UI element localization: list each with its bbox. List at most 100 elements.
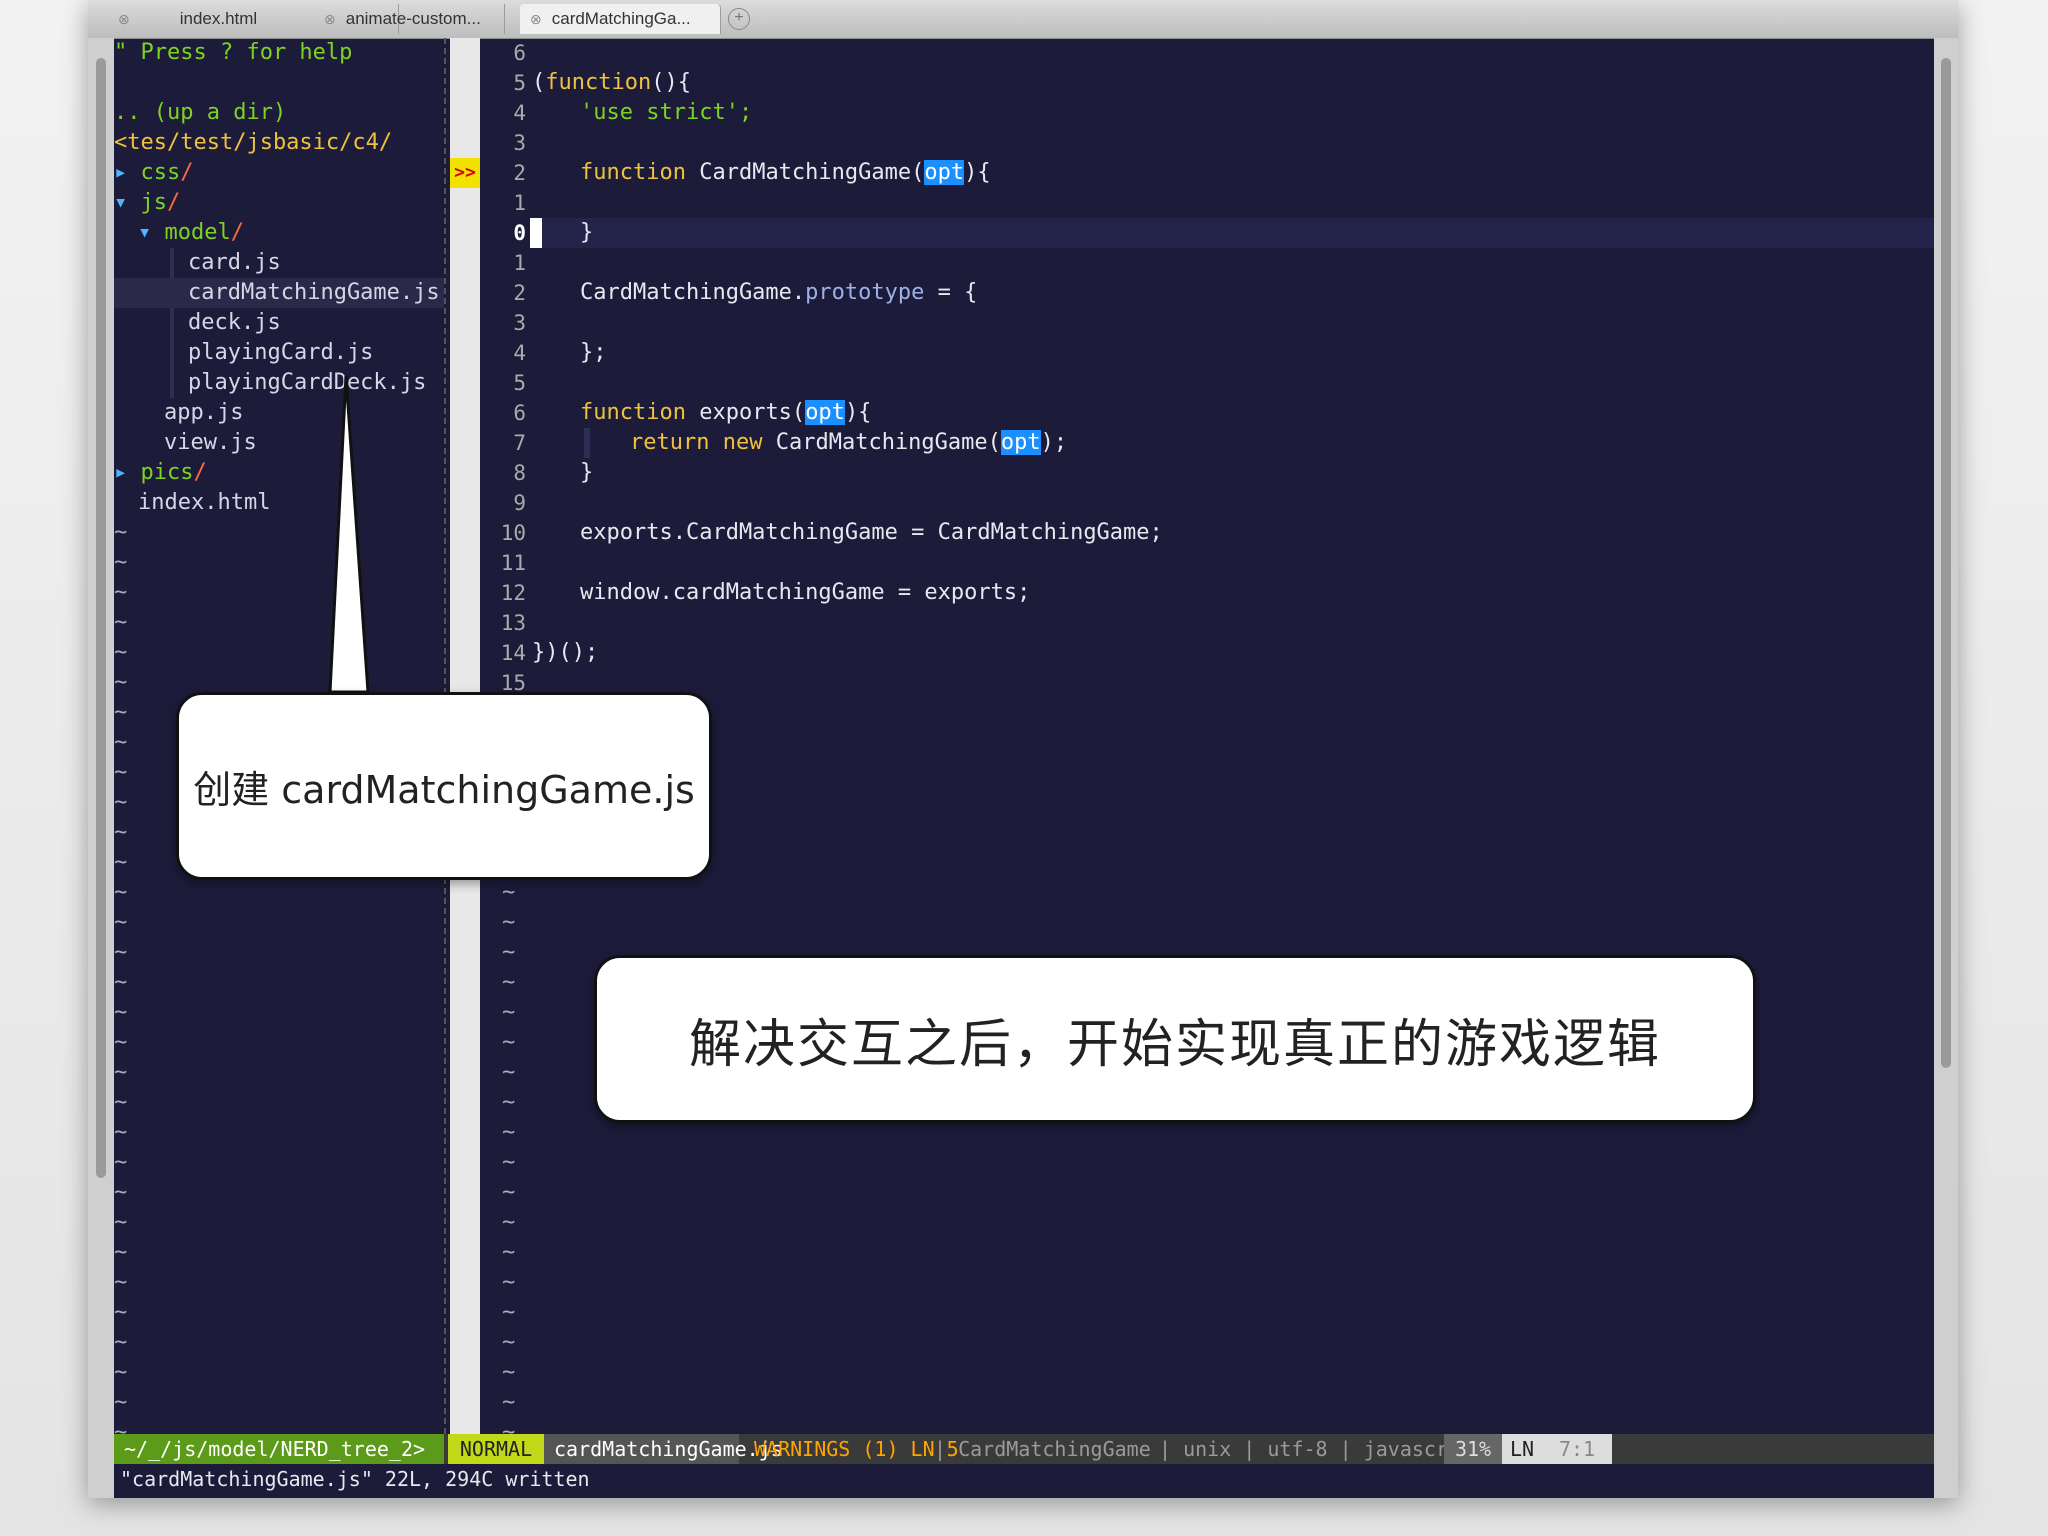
empty-line-tilde: ~	[114, 1060, 128, 1085]
empty-line-tilde: ~	[502, 940, 516, 965]
expanded-arrow-icon: ▾	[114, 190, 128, 215]
empty-line-tilde: ~	[114, 1090, 128, 1115]
code-line[interactable]: function CardMatchingGame(opt){	[580, 158, 991, 188]
empty-line-tilde: ~	[114, 1030, 128, 1055]
line-number: 3	[513, 311, 526, 335]
scrollbar-thumb[interactable]	[96, 58, 106, 1178]
nerdtree-status: ~/_/js/model/NERD_tree_2>	[114, 1434, 444, 1464]
tree-file-cardmatchinggame[interactable]: cardMatchingGame.js	[114, 278, 444, 308]
empty-line-tilde: ~	[114, 580, 128, 605]
file-label: cardMatchingGame.js	[188, 280, 440, 305]
code-line[interactable]: (function(){	[532, 68, 691, 98]
cursor-line	[530, 218, 1934, 248]
empty-line-tilde: ~	[114, 670, 128, 695]
code-line[interactable]: }	[580, 458, 593, 488]
tab-close-icon[interactable]: ⊗	[118, 11, 130, 28]
tab-bar: ⊗ index.html ⊗ animate-custom... ⊗ cardM…	[88, 0, 1958, 39]
empty-line-tilde: ~	[114, 640, 128, 665]
code-line[interactable]: };	[580, 338, 607, 368]
code-line[interactable]: exports.CardMatchingGame = CardMatchingG…	[580, 518, 1163, 548]
empty-line-tilde: ~	[114, 610, 128, 635]
dir-slash: /	[230, 220, 244, 245]
empty-line-tilde: ~	[502, 1180, 516, 1205]
code-line[interactable]: window.cardMatchingGame = exports;	[580, 578, 1030, 608]
text-cursor	[530, 218, 542, 248]
dir-label: model	[164, 220, 231, 245]
tree-dir-pics[interactable]: ▸ pics/	[114, 458, 207, 488]
empty-line-tilde: ~	[114, 820, 128, 845]
collapsed-arrow-icon: ▸	[114, 160, 128, 185]
tree-file-deck[interactable]: deck.js	[188, 308, 281, 338]
empty-line-tilde: ~	[502, 1150, 516, 1175]
dir-slash: /	[180, 160, 194, 185]
empty-line-tilde: ~	[502, 1300, 516, 1325]
tab-cardmatchinggame[interactable]: ⊗ cardMatchingGa...	[520, 4, 721, 34]
tree-file-view[interactable]: view.js	[164, 428, 257, 458]
tree-root-path: <tes/test/jsbasic/c4/	[114, 130, 393, 155]
empty-line-tilde: ~	[114, 1390, 128, 1415]
tree-file-card[interactable]: card.js	[188, 248, 281, 278]
dir-slash: /	[193, 460, 207, 485]
empty-line-tilde: ~	[114, 730, 128, 755]
tree-file-index[interactable]: index.html	[138, 488, 270, 518]
line-number: 14	[500, 641, 526, 665]
code-line[interactable]: return new CardMatchingGame(opt);	[630, 428, 1067, 458]
line-number: 7	[513, 431, 526, 455]
up-dir[interactable]: .. (up a dir)	[114, 98, 286, 128]
line-number: 9	[513, 491, 526, 515]
callout-text: 创建 cardMatchingGame.js	[193, 767, 695, 812]
empty-line-tilde: ~	[114, 940, 128, 965]
line-number: 1	[513, 251, 526, 275]
empty-line-tilde: ~	[502, 1360, 516, 1385]
tab-animate-custom[interactable]: ⊗ animate-custom...	[314, 4, 505, 34]
indent-guide	[170, 248, 174, 398]
empty-line-tilde: ~	[114, 790, 128, 815]
empty-line-tilde: ~	[502, 1330, 516, 1355]
right-scrollbar[interactable]	[1934, 38, 1958, 1498]
empty-line-tilde: ~	[502, 1120, 516, 1145]
tree-dir-css[interactable]: ▸ css/	[114, 158, 194, 188]
expanded-arrow-icon: ▾	[138, 220, 152, 245]
code-line[interactable]: })();	[532, 638, 598, 668]
line-number: 4	[513, 341, 526, 365]
empty-line-tilde: ~	[114, 550, 128, 575]
empty-line-tilde: ~	[114, 1210, 128, 1235]
empty-line-tilde: ~	[114, 760, 128, 785]
empty-line-tilde: ~	[114, 880, 128, 905]
add-tab-button[interactable]: +	[728, 8, 750, 30]
empty-line-tilde: ~	[502, 1390, 516, 1415]
code-line[interactable]: 'use strict';	[580, 98, 752, 128]
command-line[interactable]: "cardMatchingGame.js" 22L, 294C written	[114, 1464, 590, 1494]
callout-create-file: 创建 cardMatchingGame.js	[176, 692, 712, 880]
scrollbar-thumb[interactable]	[1941, 58, 1951, 1068]
left-scrollbar[interactable]	[88, 38, 114, 1498]
callout-text: 解决交互之后，开始实现真正的游戏逻辑	[688, 1014, 1661, 1075]
empty-line-tilde: ~	[114, 1330, 128, 1355]
tree-dir-model[interactable]: ▾ model/	[138, 218, 244, 248]
line-number: 6	[513, 401, 526, 425]
ln-label: LN	[1502, 1434, 1542, 1464]
current-function: | CardMatchingGame	[934, 1437, 1151, 1461]
empty-line-tilde: ~	[502, 1030, 516, 1055]
line-number: 5	[513, 371, 526, 395]
scroll-percent: 31%	[1444, 1434, 1502, 1464]
empty-line-tilde: ~	[114, 1000, 128, 1025]
search-highlight: opt	[805, 400, 845, 425]
tab-close-icon[interactable]: ⊗	[324, 11, 336, 28]
dir-label: pics	[140, 460, 194, 485]
tree-file-playingcard[interactable]: playingCard.js	[188, 338, 373, 368]
empty-line-tilde: ~	[114, 1180, 128, 1205]
tree-file-playingcarddeck[interactable]: playingCardDeck.js	[188, 368, 426, 398]
tree-file-app[interactable]: app.js	[164, 398, 243, 428]
tree-dir-js[interactable]: ▾ js/	[114, 188, 180, 218]
line-number: 8	[513, 461, 526, 485]
code-line[interactable]: function exports(opt){	[580, 398, 871, 428]
code-line[interactable]: CardMatchingGame.prototype = {	[580, 278, 977, 308]
warnings-indicator: WARNINGS (1) LN 5	[754, 1437, 959, 1461]
empty-line-tilde: ~	[114, 1300, 128, 1325]
code-line[interactable]: }	[580, 218, 593, 248]
tab-label: animate-custom...	[345, 9, 481, 28]
line-number: 3	[513, 131, 526, 155]
tab-close-icon[interactable]: ⊗	[530, 11, 542, 28]
empty-line-tilde: ~	[502, 1210, 516, 1235]
